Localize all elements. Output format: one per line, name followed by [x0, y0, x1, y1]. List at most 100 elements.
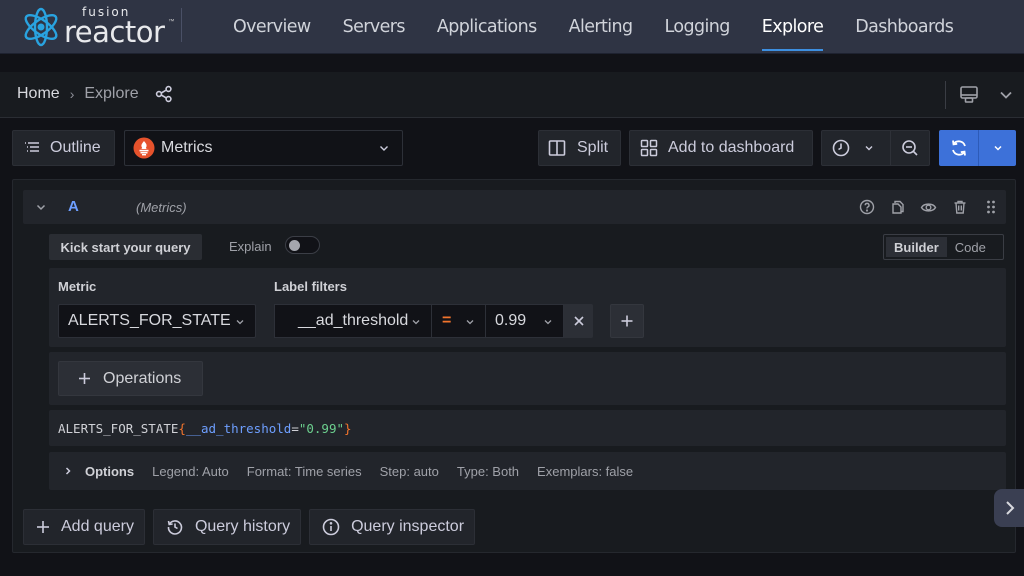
nav-item-servers[interactable]: Servers: [327, 0, 421, 54]
plus-icon: [621, 315, 633, 327]
promql-metric: ALERTS_FOR_STATE: [58, 421, 179, 436]
chevron-down-icon: [466, 320, 474, 325]
share-icon[interactable]: [155, 85, 173, 103]
chevron-right-icon: [1006, 501, 1015, 515]
label-operator-value: =: [442, 312, 452, 329]
breadcrumb: Home › Explore: [17, 85, 173, 103]
add-operation-button[interactable]: Operations: [58, 361, 203, 396]
promql-preview: ALERTS_FOR_STATE{__ad_threshold="0.99"}: [49, 410, 1006, 446]
datasource-picker[interactable]: Metrics: [124, 130, 403, 166]
drag-handle[interactable]: [975, 190, 1006, 224]
query-options-toggle[interactable]: Options Legend: Auto Format: Time series…: [49, 452, 1006, 490]
explain-toggle[interactable]: [285, 236, 320, 254]
query-inspector-button[interactable]: Query inspector: [309, 509, 476, 545]
toggle-knob: [289, 240, 300, 251]
chevron-down-icon: [993, 145, 1002, 151]
history-icon: [167, 520, 183, 535]
chevron-down-icon: [865, 146, 873, 151]
label-filters-label: Label filters: [274, 279, 347, 294]
chevron-down-icon: [544, 320, 552, 325]
nav-item-applications[interactable]: Applications: [421, 0, 553, 54]
metric-value: ALERTS_FOR_STATE: [68, 312, 231, 329]
fusionreactor-logo[interactable]: fusion reactor ™: [20, 2, 190, 52]
option-exemplars: Exemplars: false: [537, 463, 634, 479]
outline-label: Outline: [50, 139, 101, 156]
metric-and-filters-section: Metric Label filters ALERTS_FOR_STATE __…: [49, 268, 1006, 347]
monitor-icon[interactable]: [958, 84, 980, 106]
chevron-down-icon: [236, 320, 244, 325]
close-icon: [573, 316, 584, 326]
explore-toolbar: Outline Metrics Split Add to dashboard: [0, 120, 1024, 176]
query-help-button[interactable]: [851, 190, 882, 224]
label-key-value: __ad_threshold: [298, 312, 409, 329]
option-type: Type: Both: [456, 463, 520, 479]
logo-trademark: ™: [168, 19, 175, 25]
atom-icon: [24, 7, 58, 47]
query-row-actions: [851, 190, 1006, 224]
zoom-out-icon: [902, 140, 918, 156]
outline-list-icon: [25, 142, 39, 152]
query-history-label: Query history: [194, 518, 291, 535]
info-circle-icon: [322, 518, 340, 536]
query-history-button[interactable]: Query history: [152, 509, 302, 545]
toggle-visibility-button[interactable]: [913, 190, 944, 224]
breadcrumb-current: Explore: [84, 85, 139, 102]
nav-item-explore[interactable]: Explore: [746, 0, 839, 54]
add-query-button[interactable]: Add query: [23, 509, 145, 545]
split-button[interactable]: Split: [538, 130, 621, 166]
zoom-out-button[interactable]: [891, 131, 929, 165]
time-picker-button[interactable]: [822, 131, 892, 165]
eye-icon: [920, 202, 937, 212]
breadcrumb-bar: Home › Explore: [0, 72, 1024, 118]
query-row-header: A (Metrics): [23, 190, 1006, 224]
option-format: Format: Time series: [246, 463, 362, 479]
metric-select[interactable]: ALERTS_FOR_STATE: [58, 304, 256, 338]
nav-item-logging[interactable]: Logging: [649, 0, 746, 54]
label-value-select[interactable]: 0.99: [485, 304, 564, 338]
chevron-right-icon: [65, 467, 71, 475]
remove-filter-button[interactable]: [564, 304, 593, 338]
outline-button[interactable]: Outline: [12, 130, 115, 166]
time-range-controls: [821, 130, 930, 166]
option-legend: Legend: Auto: [152, 463, 229, 479]
plus-icon: [37, 521, 49, 533]
metric-label: Metric: [58, 279, 97, 294]
copy-icon: [891, 200, 904, 214]
breadcrumb-home[interactable]: Home: [17, 85, 60, 103]
trash-icon: [954, 200, 965, 214]
prometheus-icon: [133, 137, 155, 159]
expand-sidebar-button[interactable]: [994, 489, 1024, 527]
run-query-button[interactable]: [939, 130, 979, 166]
kick-start-query-button[interactable]: Kick start your query: [49, 234, 202, 260]
query-ref-id[interactable]: A: [68, 198, 79, 215]
nav-item-overview[interactable]: Overview: [217, 0, 327, 54]
chevron-down-icon[interactable]: [998, 87, 1014, 103]
logo-divider: [181, 8, 182, 42]
chevron-down-icon: [412, 320, 420, 325]
query-editor-panel: A (Metrics) Kick start your query Explai…: [12, 179, 1016, 553]
delete-query-button[interactable]: [944, 190, 975, 224]
duplicate-query-button[interactable]: [882, 190, 913, 224]
add-to-dashboard-button[interactable]: Add to dashboard: [629, 130, 813, 166]
add-filter-button[interactable]: [610, 304, 644, 338]
collapse-chevron-icon[interactable]: [35, 201, 47, 213]
nav-menu: Overview Servers Applications Alerting L…: [217, 0, 969, 54]
promql-operator: =: [291, 421, 299, 436]
operations-section: Operations: [49, 352, 1006, 405]
mode-builder[interactable]: Builder: [886, 237, 947, 257]
drag-dots-icon: [986, 200, 995, 214]
nav-item-dashboards[interactable]: Dashboards: [839, 0, 969, 54]
run-query-group: [939, 130, 1016, 166]
nav-item-alerting[interactable]: Alerting: [553, 0, 649, 54]
label-operator-select[interactable]: =: [431, 304, 486, 338]
add-query-label: Add query: [61, 518, 134, 535]
breadcrumb-actions: [945, 80, 1024, 110]
options-title: Options: [85, 463, 135, 479]
refresh-icon: [951, 140, 966, 156]
split-label: Split: [577, 139, 609, 156]
mode-code[interactable]: Code: [947, 237, 994, 257]
divider: [945, 81, 946, 109]
refresh-interval-dropdown[interactable]: [979, 130, 1016, 166]
label-key-select[interactable]: __ad_threshold: [274, 304, 432, 338]
editor-mode-switch: Builder Code: [883, 234, 1004, 260]
